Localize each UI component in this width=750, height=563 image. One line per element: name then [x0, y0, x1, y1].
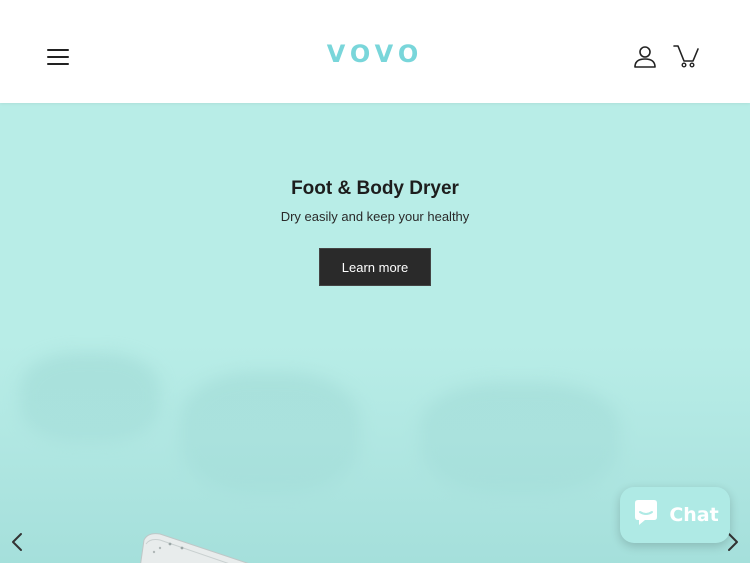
hero-title: Foot & Body Dryer — [291, 178, 459, 199]
chat-label: Chat — [669, 504, 719, 526]
cart-icon[interactable] — [672, 43, 700, 69]
learn-more-button[interactable]: Learn more — [319, 248, 431, 286]
chevron-left-icon[interactable] — [8, 531, 28, 553]
user-icon[interactable] — [632, 45, 658, 69]
chat-bubble-icon — [631, 499, 661, 531]
logo-link[interactable]: VOVO — [327, 40, 423, 68]
chat-button[interactable]: Chat — [620, 487, 730, 543]
product-image — [130, 528, 260, 563]
hero-subtitle: Dry easily and keep your healthy — [280, 209, 470, 224]
site-header: VOVO — [0, 0, 750, 103]
